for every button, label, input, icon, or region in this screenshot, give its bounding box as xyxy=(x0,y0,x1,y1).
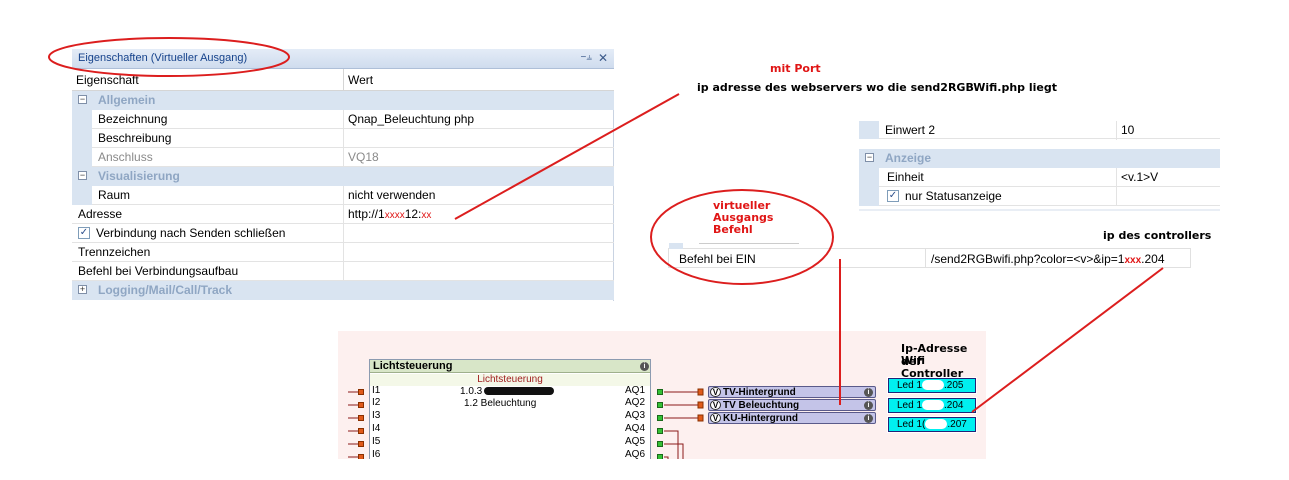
highlight-ellipse-virtueller xyxy=(650,189,834,285)
annotation-overlay xyxy=(48,37,1164,413)
arrow-line-webserver xyxy=(454,93,680,220)
highlight-ellipse-title xyxy=(48,37,290,77)
arrow-line-controller xyxy=(971,267,1164,413)
